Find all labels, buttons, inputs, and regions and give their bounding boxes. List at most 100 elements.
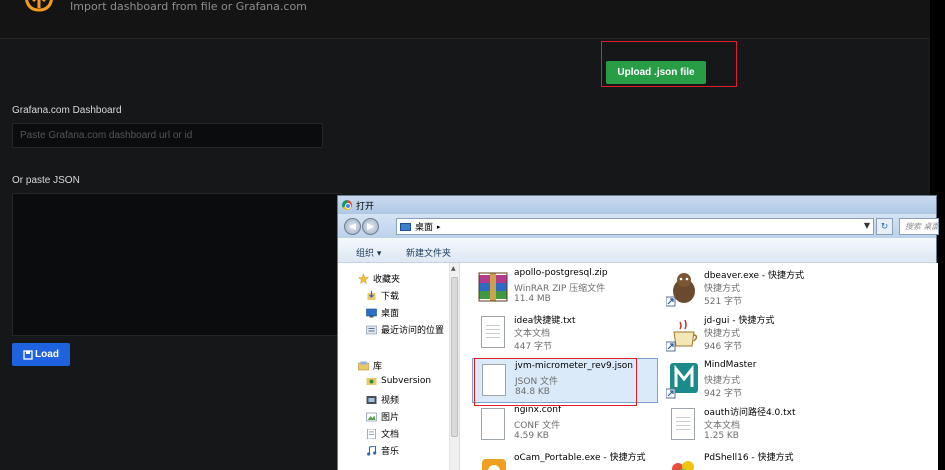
file-size: 11.4 MB bbox=[514, 294, 551, 304]
file-type: 快捷方式 bbox=[704, 329, 741, 339]
open-file-dialog: 打开 ◀ ▶ 桌面 ▸ ▼ ↻ 搜索 桌面 组织 ▾ 新建文件夹 收藏夹 下载 … bbox=[337, 195, 939, 470]
sidebar-label: 桌面 bbox=[381, 309, 400, 319]
subversion-icon bbox=[366, 378, 377, 385]
file-name: MindMaster bbox=[704, 360, 757, 370]
dialog-titlebar[interactable]: 打开 bbox=[338, 196, 936, 214]
forward-button[interactable]: ▶ bbox=[362, 218, 379, 235]
grafana-com-label: Grafana.com Dashboard bbox=[12, 105, 122, 116]
chrome-icon bbox=[342, 200, 352, 210]
paste-json-label: Or paste JSON bbox=[12, 175, 80, 186]
desktop-icon bbox=[400, 222, 411, 231]
sidebar-label: 最近访问的位置 bbox=[381, 326, 445, 336]
file-size: 447 字节 bbox=[514, 342, 553, 352]
file-list: apollo-postgresql.zip WinRAR ZIP 压缩文件 11… bbox=[460, 263, 938, 470]
back-button[interactable]: ◀ bbox=[344, 218, 361, 235]
sidebar-item-libraries[interactable]: 库 bbox=[358, 359, 382, 372]
file-name: PdShell16 - 快捷方式 bbox=[704, 453, 794, 463]
search-input[interactable]: 搜索 桌面 bbox=[899, 218, 939, 235]
sidebar-item-music[interactable]: 音乐 bbox=[366, 444, 399, 457]
sidebar-item-favorites[interactable]: 收藏夹 bbox=[358, 272, 400, 285]
json-textarea[interactable] bbox=[12, 193, 342, 336]
file-size: 1.25 KB bbox=[704, 431, 739, 441]
file-name: nginx.conf bbox=[514, 405, 562, 415]
file-type: WinRAR ZIP 压缩文件 bbox=[514, 284, 606, 294]
navigation-scrollbar[interactable]: ▲ bbox=[449, 263, 459, 470]
file-item-apollo-zip[interactable]: apollo-postgresql.zip WinRAR ZIP 压缩文件 11… bbox=[472, 266, 658, 311]
sidebar-item-downloads[interactable]: 下载 bbox=[366, 289, 399, 302]
jd-gui-shortcut-icon bbox=[666, 319, 698, 352]
file-type: 文本文档 bbox=[704, 421, 741, 431]
file-name: apollo-postgresql.zip bbox=[514, 268, 608, 278]
dbeaver-shortcut-icon bbox=[666, 273, 695, 307]
file-size: 946 字节 bbox=[704, 342, 743, 352]
file-item-dbeaver[interactable]: dbeaver.exe - 快捷方式 快捷方式 521 字节 bbox=[662, 266, 848, 311]
dialog-toolbar: 组织 ▾ 新建文件夹 bbox=[338, 238, 936, 263]
upload-json-button[interactable]: Upload .json file bbox=[606, 61, 706, 84]
organize-menu[interactable]: 组织 ▾ bbox=[356, 246, 381, 259]
scroll-up-icon[interactable]: ▲ bbox=[451, 265, 456, 272]
refresh-button[interactable]: ↻ bbox=[876, 218, 893, 235]
winrar-archive-icon bbox=[478, 272, 508, 302]
sidebar-label: 下载 bbox=[381, 292, 400, 302]
address-bar[interactable]: 桌面 ▸ ▼ bbox=[396, 218, 874, 235]
address-dropdown-icon[interactable]: ▼ bbox=[864, 221, 870, 230]
desktop-icon bbox=[366, 308, 377, 317]
sidebar-label: 库 bbox=[373, 362, 383, 372]
file-name: jvm-micrometer_rev9.json bbox=[515, 361, 633, 371]
text-document-icon bbox=[666, 406, 700, 444]
pictures-library-icon bbox=[366, 412, 377, 421]
file-item-oauth-txt[interactable]: oauth访问路径4.0.txt 文本文档 1.25 KB bbox=[662, 403, 848, 448]
address-chevron-icon: ▸ bbox=[437, 222, 441, 231]
sidebar-label: Subversion bbox=[381, 376, 432, 386]
page-subtitle: Import dashboard from file or Grafana.co… bbox=[70, 0, 307, 13]
conf-file-icon bbox=[476, 406, 510, 444]
sidebar-item-recent[interactable]: 最近访问的位置 bbox=[366, 323, 444, 336]
sidebar-label: 视频 bbox=[381, 396, 400, 406]
file-item-jd-gui[interactable]: jd-gui - 快捷方式 快捷方式 946 字节 bbox=[662, 311, 848, 356]
sidebar-item-documents[interactable]: 文档 bbox=[366, 427, 399, 440]
sidebar-label: 图片 bbox=[381, 413, 400, 423]
load-icon bbox=[23, 349, 33, 360]
file-item-idea-txt[interactable]: idea快捷键.txt 文本文档 447 字节 bbox=[472, 311, 658, 356]
sidebar-item-subversion[interactable]: Subversion bbox=[366, 376, 431, 386]
file-item-nginx-conf[interactable]: nginx.conf CONF 文件 4.59 KB bbox=[472, 403, 658, 448]
dialog-title: 打开 bbox=[356, 201, 375, 212]
mindmaster-shortcut-icon bbox=[666, 363, 698, 399]
refresh-icon: ↻ bbox=[880, 221, 889, 232]
sidebar-label: 音乐 bbox=[381, 447, 400, 457]
text-document-icon bbox=[476, 314, 510, 352]
new-folder-button[interactable]: 新建文件夹 bbox=[406, 246, 451, 259]
file-size: 4.59 KB bbox=[514, 431, 549, 441]
music-library-icon bbox=[367, 445, 377, 456]
file-name: jd-gui - 快捷方式 bbox=[704, 316, 775, 326]
file-item-jvm-json[interactable]: jvm-micrometer_rev9.json JSON 文件 84.8 KB bbox=[472, 358, 658, 403]
library-icon bbox=[358, 361, 369, 370]
file-size: 84.8 KB bbox=[515, 387, 550, 397]
video-library-icon bbox=[366, 395, 377, 404]
file-item-pdshell[interactable]: PdShell16 - 快捷方式 bbox=[662, 448, 848, 470]
recent-places-icon bbox=[366, 325, 377, 334]
ocam-shortcut-icon bbox=[482, 459, 506, 470]
file-item-ocam[interactable]: oCam_Portable.exe - 快捷方式 bbox=[472, 448, 658, 470]
sidebar-item-pictures[interactable]: 图片 bbox=[366, 410, 399, 423]
file-item-mindmaster[interactable]: MindMaster 快捷方式 942 字节 bbox=[662, 358, 848, 403]
scrollbar-thumb[interactable] bbox=[451, 277, 458, 437]
grafana-com-input[interactable]: Paste Grafana.com dashboard url or id bbox=[12, 123, 323, 148]
sidebar-item-videos[interactable]: 视频 bbox=[366, 393, 399, 406]
load-button-label: Load bbox=[35, 349, 59, 360]
sidebar-label: 文档 bbox=[381, 430, 400, 440]
file-name: dbeaver.exe - 快捷方式 bbox=[704, 271, 805, 281]
load-button[interactable]: Load bbox=[12, 343, 70, 366]
navigation-pane: 收藏夹 下载 桌面 最近访问的位置 库 Subversion 视频 图片 文档 … bbox=[338, 263, 460, 470]
file-type: JSON 文件 bbox=[515, 377, 559, 387]
file-name: oauth访问路径4.0.txt bbox=[704, 408, 796, 418]
json-file-icon bbox=[477, 362, 511, 400]
file-size: 521 字节 bbox=[704, 297, 743, 307]
documents-library-icon bbox=[367, 428, 376, 439]
file-type: 快捷方式 bbox=[704, 284, 741, 294]
sidebar-item-desktop[interactable]: 桌面 bbox=[366, 306, 399, 319]
header-edge bbox=[930, 0, 945, 39]
forward-arrow-icon: ▶ bbox=[367, 221, 374, 232]
pdshell-shortcut-icon bbox=[672, 461, 694, 470]
import-upload-icon bbox=[25, 0, 53, 12]
